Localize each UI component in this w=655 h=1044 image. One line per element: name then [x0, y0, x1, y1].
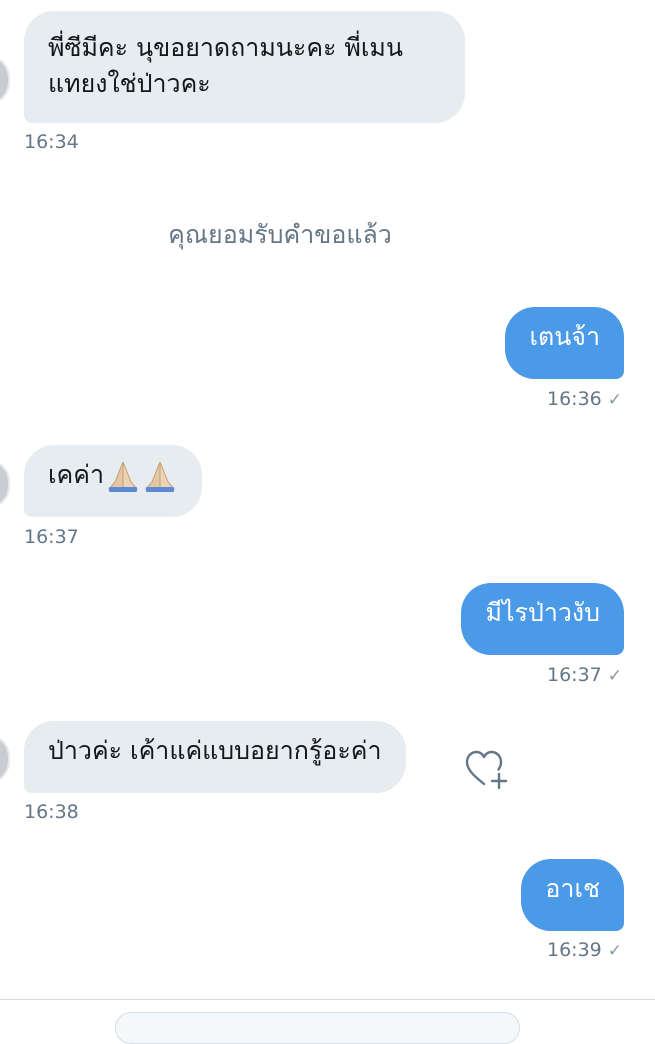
message-text-line: แทยงใช่ป่าวคะ — [48, 69, 211, 98]
request-accepted-notice: คุณยอมรับคำขอแล้ว — [168, 220, 392, 249]
message-text: เตนจ้า — [529, 322, 600, 351]
read-check-icon: ✓ — [607, 390, 622, 410]
read-check-icon: ✓ — [607, 666, 622, 686]
avatar[interactable] — [0, 734, 10, 784]
received-message-bubble[interactable]: พี่ซีมีคะ นุขอยาดถามนะคะ พี่เมน แทยงใช่ป… — [24, 11, 465, 123]
sent-message-bubble[interactable]: อาเช — [521, 859, 624, 931]
timestamp-text: 16:39 — [546, 939, 602, 961]
message-timestamp: 16:37 ✓ — [547, 664, 622, 686]
message-text-line: พี่ซีมีคะ นุขอยาดถามนะคะ พี่เมน — [48, 33, 404, 62]
composer-divider — [0, 999, 655, 1000]
avatar[interactable] — [0, 55, 10, 105]
message-timestamp: 16:36 ✓ — [547, 388, 622, 410]
timestamp-text: 16:36 — [546, 388, 602, 410]
sent-message-bubble[interactable]: มีไรป่าวงับ — [461, 583, 624, 655]
folded-hands-icon — [144, 461, 176, 492]
read-check-icon: ✓ — [607, 941, 622, 961]
folded-hands-icon — [107, 461, 139, 492]
message-timestamp: 16:37 — [24, 526, 79, 548]
message-text: ป่าวค่ะ เค้าแค่แบบอยากรู้อะค่า — [48, 736, 382, 765]
message-text: อาเช — [545, 874, 600, 903]
received-message-bubble[interactable]: ป่าวค่ะ เค้าแค่แบบอยากรู้อะค่า — [24, 721, 406, 793]
message-timestamp: 16:39 ✓ — [547, 939, 622, 961]
message-text: เคค่า — [48, 460, 105, 489]
message-timestamp: 16:38 — [24, 801, 79, 823]
timestamp-text: 16:37 — [546, 664, 602, 686]
heart-plus-icon[interactable] — [463, 748, 509, 792]
received-message-bubble[interactable]: เคค่า — [24, 445, 203, 517]
message-text: มีไรป่าวงับ — [485, 598, 600, 627]
message-timestamp: 16:34 — [24, 131, 79, 153]
sent-message-bubble[interactable]: เตนจ้า — [505, 307, 624, 379]
avatar[interactable] — [0, 459, 10, 509]
